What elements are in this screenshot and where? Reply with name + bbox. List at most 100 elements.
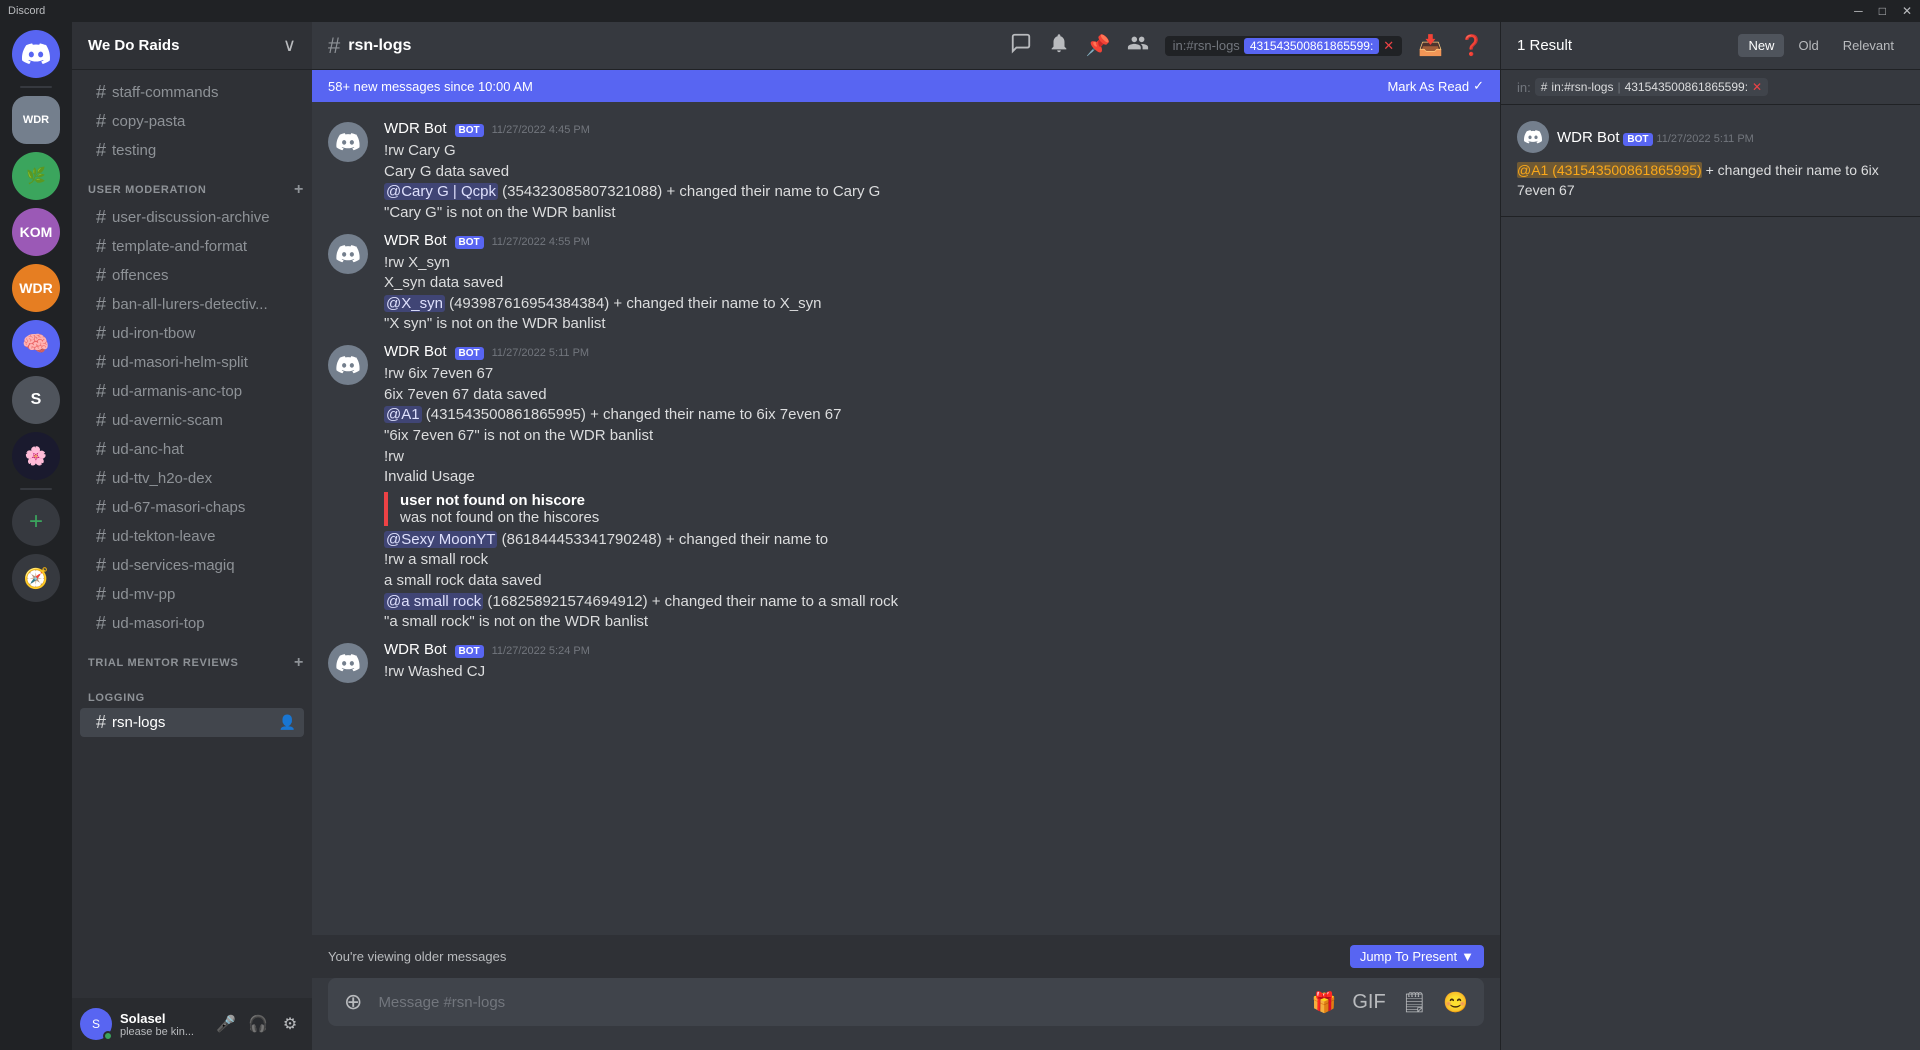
mention-1: @Cary G | Qcpk <box>384 183 498 200</box>
new-messages-banner[interactable]: 58+ new messages since 10:00 AM Mark As … <box>312 70 1500 102</box>
bot-avatar-2 <box>328 234 368 274</box>
message-line-2-3: @X_syn (493987616954384384) + changed th… <box>384 294 1484 315</box>
message-group-3: WDR Bot BOT 11/27/2022 5:11 PM !rw 6ix 7… <box>312 341 1500 635</box>
category-add-icon[interactable]: + <box>294 181 304 199</box>
inbox-icon[interactable]: 📥 <box>1418 33 1443 58</box>
message-header-1: WDR Bot BOT 11/27/2022 4:45 PM <box>384 120 1484 137</box>
channel-item-ud-iron-tbow[interactable]: # ud-iron-tbow <box>80 319 304 348</box>
channel-item-ud-mv-pp[interactable]: # ud-mv-pp <box>80 580 304 609</box>
hash-icon: # <box>96 207 106 228</box>
hash-icon: # <box>96 236 106 257</box>
category-user-moderation[interactable]: USER MODERATION + <box>72 165 312 203</box>
search-filter-old[interactable]: Old <box>1788 34 1828 57</box>
channel-item-template[interactable]: # template-and-format <box>80 232 304 261</box>
category-logging[interactable]: LOGGING <box>72 676 312 708</box>
microphone-btn[interactable]: 🎤 <box>212 1010 240 1038</box>
search-box[interactable]: in:#rsn-logs 431543500861865599: ✕ <box>1165 36 1403 56</box>
members-icon[interactable] <box>1127 32 1149 60</box>
message-input-container: ⊕ Message #rsn-logs 🎁 GIF 🗒 😊 <box>312 978 1500 1050</box>
headphones-btn[interactable]: 🎧 <box>244 1010 272 1038</box>
hash-icon: # <box>96 410 106 431</box>
category-trial-mentor[interactable]: TRIAL MENTOR REVIEWS + <box>72 638 312 676</box>
server-icon-genshin[interactable]: 🌸 <box>12 432 60 480</box>
minimize-btn[interactable]: ─ <box>1854 4 1863 18</box>
attach-file-btn[interactable]: ⊕ <box>344 989 362 1015</box>
bot-avatar-4 <box>328 643 368 683</box>
message-author-2: WDR Bot <box>384 232 447 249</box>
chat-area: # rsn-logs 📌 in:#rsn-logs 43154350086186… <box>312 22 1500 1050</box>
channel-item-ud-67-masori[interactable]: # ud-67-masori-chaps <box>80 493 304 522</box>
search-filter-relevant[interactable]: Relevant <box>1833 34 1904 57</box>
hash-icon: # <box>96 140 106 161</box>
channel-item-ud-avernic[interactable]: # ud-avernic-scam <box>80 406 304 435</box>
hash-icon: # <box>96 526 106 547</box>
hash-icon: # <box>96 323 106 344</box>
add-server-btn[interactable]: + <box>12 498 60 546</box>
server-icon-kom[interactable]: KOM <box>12 208 60 256</box>
hash-icon: # <box>96 712 106 733</box>
notifications-icon[interactable] <box>1048 32 1070 60</box>
hash-icon: # <box>96 439 106 460</box>
channel-item-ud-anc-hat[interactable]: # ud-anc-hat <box>80 435 304 464</box>
discord-home-btn[interactable] <box>12 30 60 78</box>
explore-servers-btn[interactable]: 🧭 <box>12 554 60 602</box>
search-in-text: in: <box>1517 80 1531 95</box>
emoji-btn[interactable]: 😊 <box>1443 990 1468 1015</box>
server-icon-wdr2[interactable]: WDR <box>12 264 60 312</box>
hiscore-title: user not found on hiscore <box>400 492 1484 509</box>
close-btn[interactable]: ✕ <box>1902 4 1912 18</box>
server-divider-2 <box>20 488 52 490</box>
channel-item-ud-armanis[interactable]: # ud-armanis-anc-top <box>80 377 304 406</box>
channel-item-ud-services[interactable]: # ud-services-magiq <box>80 551 304 580</box>
maximize-btn[interactable]: □ <box>1879 4 1886 18</box>
mark-as-read-btn[interactable]: Mark As Read ✓ <box>1387 78 1484 94</box>
server-header[interactable]: We Do Raids ∨ <box>72 22 312 70</box>
jump-to-present-btn[interactable]: Jump To Present ▼ <box>1350 945 1484 968</box>
hash-icon: # <box>96 497 106 518</box>
hash-icon: # <box>96 111 106 132</box>
search-in-clear-icon[interactable]: ✕ <box>1752 80 1762 94</box>
channel-item-staff-commands[interactable]: # staff-commands <box>80 78 304 107</box>
settings-btn[interactable]: ⚙ <box>276 1010 304 1038</box>
bot-avatar-1 <box>328 122 368 162</box>
server-icon-wdr[interactable]: WDR <box>12 96 60 144</box>
category-add-trial-icon[interactable]: + <box>294 654 304 672</box>
channel-member-icon: 👤 <box>279 714 296 731</box>
threads-icon[interactable] <box>1010 32 1032 60</box>
help-icon[interactable]: ❓ <box>1459 33 1484 58</box>
channel-item-offences[interactable]: # offences <box>80 261 304 290</box>
user-area: S Solasel please be kin... 🎤 🎧 ⚙ <box>72 998 312 1050</box>
message-input-field[interactable]: Message #rsn-logs <box>378 994 1295 1011</box>
search-result-author: WDR Bot <box>1557 129 1620 146</box>
channel-item-testing[interactable]: # testing <box>80 136 304 165</box>
channel-item-rsn-logs[interactable]: # rsn-logs 👤 <box>80 708 304 737</box>
server-icon-g[interactable]: 🌿 <box>12 152 60 200</box>
hash-icon: # <box>96 468 106 489</box>
channel-item-ban-lurers[interactable]: # ban-all-lurers-detectiv... <box>80 290 304 319</box>
server-divider <box>20 86 52 88</box>
pin-icon[interactable]: 📌 <box>1086 33 1111 58</box>
channel-item-ud-tekton[interactable]: # ud-tekton-leave <box>80 522 304 551</box>
search-clear-icon[interactable]: ✕ <box>1383 38 1394 54</box>
sticker-btn[interactable]: 🗒 <box>1402 990 1427 1015</box>
search-in-badge: # in:#rsn-logs | 431543500861865599: ✕ <box>1535 78 1768 96</box>
message-line-3-4: "6ix 7even 67" is not on the WDR banlist <box>384 426 1484 447</box>
channel-item-user-discussion[interactable]: # user-discussion-archive <box>80 203 304 232</box>
channel-item-ud-masori-helm[interactable]: # ud-masori-helm-split <box>80 348 304 377</box>
server-icon-s[interactable]: S <box>12 376 60 424</box>
channel-item-ud-masori-top[interactable]: # ud-masori-top <box>80 609 304 638</box>
gift-btn[interactable]: 🎁 <box>1311 990 1336 1015</box>
message-line-3-2: 6ix 7even 67 data saved <box>384 385 1484 406</box>
channel-list: # staff-commands # copy-pasta # testing … <box>72 70 312 998</box>
message-line-3-7: @Sexy MoonYT (861844453341790248) + chan… <box>384 530 1484 551</box>
message-line-2-1: !rw X_syn <box>384 253 1484 274</box>
search-filter-new[interactable]: New <box>1738 34 1784 57</box>
message-content-2: WDR Bot BOT 11/27/2022 4:55 PM !rw X_syn… <box>384 232 1484 336</box>
message-line-3-1: !rw 6ix 7even 67 <box>384 364 1484 385</box>
mention-smallrock: @a small rock <box>384 593 483 610</box>
gif-btn[interactable]: GIF <box>1352 991 1385 1014</box>
server-icon-brain[interactable]: 🧠 <box>12 320 60 368</box>
server-dropdown-icon: ∨ <box>283 35 296 56</box>
channel-item-copy-pasta[interactable]: # copy-pasta <box>80 107 304 136</box>
channel-item-ud-ttv[interactable]: # ud-ttv_h2o-dex <box>80 464 304 493</box>
